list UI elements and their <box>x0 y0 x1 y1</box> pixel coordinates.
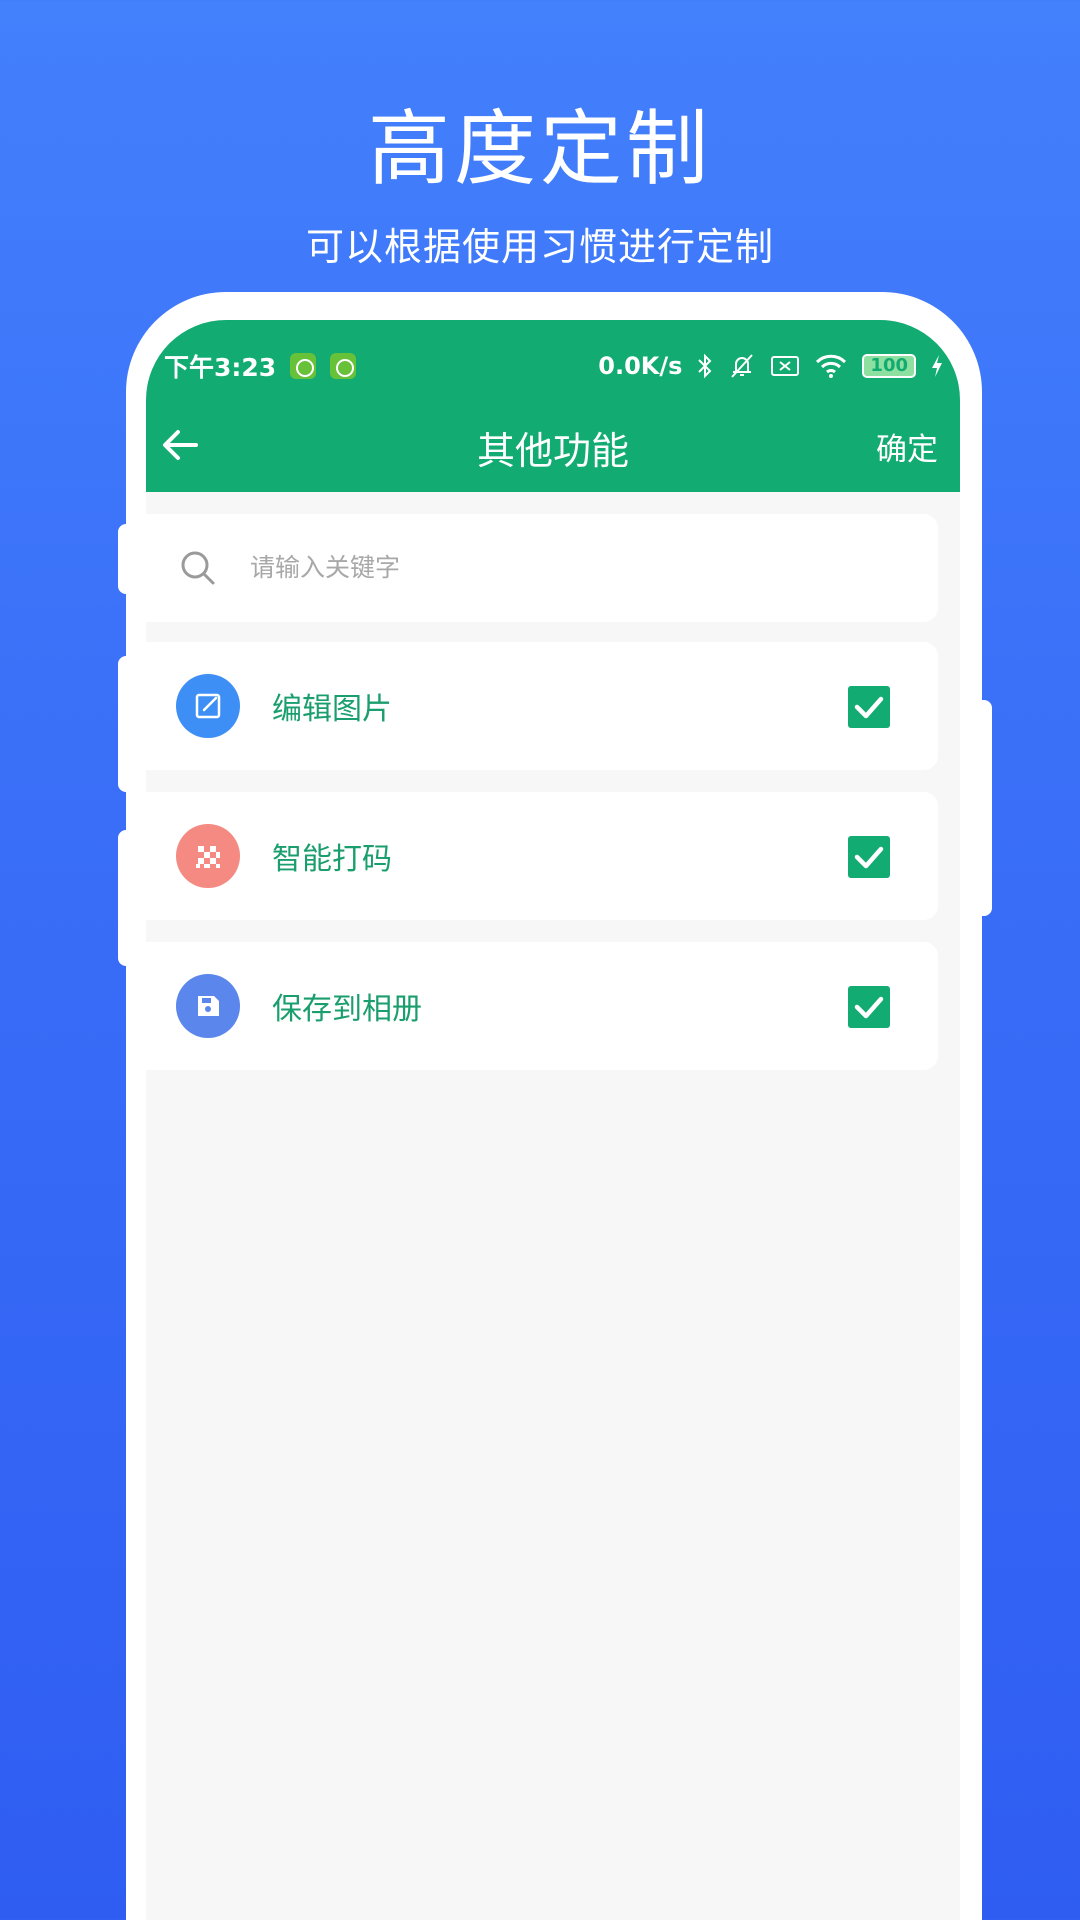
edit-icon <box>176 674 240 738</box>
search-input[interactable]: 请输入关键字 <box>250 548 400 584</box>
network-speed: 0.0K/s <box>598 352 683 380</box>
charging-icon <box>932 355 942 377</box>
list-item-label: 保存到相册 <box>272 992 422 1027</box>
top-bar: 下午3:23 0.0K/s 100 其他功能 确定 <box>146 320 960 492</box>
sim-off-icon <box>771 356 800 376</box>
save-icon <box>176 974 240 1038</box>
list-item-smart-mosaic[interactable]: 智能打码 <box>146 792 938 920</box>
search-icon <box>181 551 215 585</box>
confirm-button[interactable]: 确定 <box>876 424 938 469</box>
battery-icon: 100 <box>862 354 916 378</box>
phone-side-button-left-1 <box>118 524 146 594</box>
list-item-edit-image[interactable]: 编辑图片 <box>146 642 938 770</box>
app-badge-icon <box>290 353 317 379</box>
mosaic-icon <box>176 824 240 888</box>
phone-side-button-left-2 <box>118 656 146 792</box>
status-right-group: 0.0K/s 100 <box>598 352 944 380</box>
bluetooth-icon <box>698 353 712 379</box>
mute-bell-icon <box>731 354 754 378</box>
status-time: 下午3:23 <box>164 353 277 382</box>
app-badge-icon <box>330 353 357 379</box>
phone-screen: 下午3:23 0.0K/s 100 其他功能 确定 请输入关键字 编辑图片 智能… <box>146 320 960 1920</box>
app-bar: 其他功能 确定 <box>146 398 960 492</box>
list-item-label: 编辑图片 <box>272 692 392 727</box>
search-bar[interactable]: 请输入关键字 <box>146 514 938 622</box>
checkbox-checked[interactable] <box>848 986 890 1028</box>
promo-subline: 可以根据使用习惯进行定制 <box>305 225 774 269</box>
page-title: 其他功能 <box>476 429 629 473</box>
wifi-icon <box>816 354 847 378</box>
phone-side-button-right <box>960 700 992 916</box>
promo-headline: 高度定制 <box>367 102 712 197</box>
status-bar: 下午3:23 0.0K/s 100 <box>164 340 944 392</box>
checkbox-checked[interactable] <box>848 836 890 878</box>
list-item-save-to-album[interactable]: 保存到相册 <box>146 942 938 1070</box>
checkbox-checked[interactable] <box>848 686 890 728</box>
list-item-label: 智能打码 <box>272 842 392 877</box>
phone-side-button-left-3 <box>118 830 146 966</box>
